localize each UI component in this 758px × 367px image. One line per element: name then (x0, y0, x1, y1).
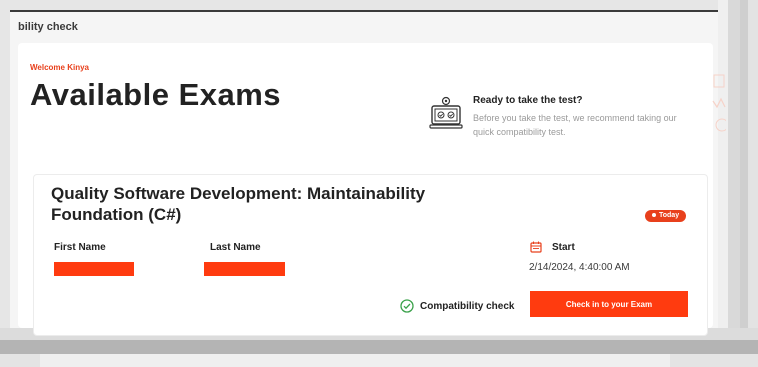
page-title: Available Exams (30, 77, 282, 112)
computer-check-icon (429, 96, 463, 129)
app-window: bility check Welcome Kinya Available Exa… (10, 12, 726, 336)
blurred-background-right (718, 0, 758, 367)
last-name-label: Last Name (210, 242, 261, 253)
check-in-button[interactable]: Check in to your Exam (530, 291, 688, 317)
exam-card: Quality Software Development: Maintainab… (33, 174, 708, 336)
today-badge: Today (645, 210, 687, 222)
welcome-text: Welcome Kinya (30, 63, 89, 72)
breadcrumb: bility check (18, 21, 78, 33)
last-name-value-redacted (204, 262, 285, 276)
exam-title: Quality Software Development: Maintainab… (51, 184, 426, 224)
exams-panel: Welcome Kinya Available Exams Ready to t… (18, 43, 726, 336)
today-dot-icon (652, 213, 656, 218)
ready-title: Ready to take the test? (473, 95, 583, 106)
blurred-background-bottom-strip (40, 354, 670, 367)
ready-description: Before you take the test, we recommend t… (473, 113, 677, 137)
today-badge-label: Today (659, 212, 680, 219)
check-circle-icon (400, 299, 414, 313)
decorative-outline-shapes (712, 74, 726, 132)
first-name-label: First Name (54, 242, 106, 253)
compatibility-check-label: Compatibility check (420, 300, 515, 312)
start-label: Start (552, 242, 575, 253)
calendar-icon (530, 241, 542, 253)
start-date: 2/14/2024, 4:40:00 AM (529, 262, 630, 273)
compatibility-check-link[interactable]: Compatibility check (400, 298, 514, 314)
first-name-value-redacted (54, 262, 134, 276)
